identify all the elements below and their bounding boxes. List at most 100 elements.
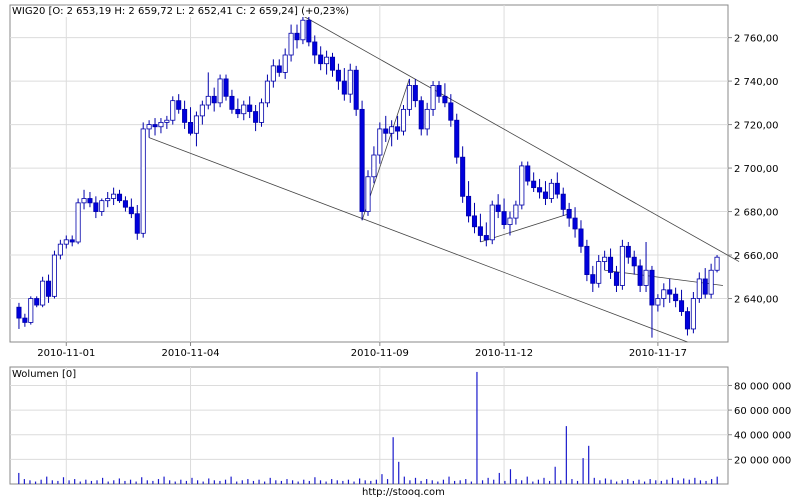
candle-body xyxy=(264,80,270,104)
candle-body xyxy=(495,204,501,212)
candle-body xyxy=(193,115,199,134)
candle-body xyxy=(377,128,383,156)
candle-body xyxy=(146,124,152,130)
candle-body xyxy=(548,182,554,199)
volume-label: Wolumen [0] xyxy=(12,369,77,380)
candle-body xyxy=(578,228,584,247)
candle-body xyxy=(28,298,34,323)
candle-body xyxy=(205,95,211,106)
candle-body xyxy=(335,69,341,82)
candle-body xyxy=(258,102,265,123)
candle-body xyxy=(122,200,128,208)
candle-body xyxy=(637,265,643,286)
candle-body xyxy=(489,204,495,241)
price-panel-frame xyxy=(9,4,729,343)
candle-body xyxy=(454,119,460,158)
candle-body xyxy=(223,78,229,97)
candle-body xyxy=(684,311,690,330)
candle-body xyxy=(708,269,714,295)
candle-body xyxy=(51,254,57,297)
candle-body xyxy=(152,124,158,128)
candle-body xyxy=(353,69,359,110)
candle-body xyxy=(584,245,590,275)
price-y-tick-label: 2 660,00 xyxy=(734,251,779,262)
candle-body xyxy=(211,95,217,104)
candle-body xyxy=(483,235,489,241)
candle-body xyxy=(199,104,205,117)
candle-body xyxy=(182,108,188,123)
candle-body xyxy=(128,206,134,215)
candle-body xyxy=(613,272,620,286)
candle-body xyxy=(643,269,649,286)
candle-body xyxy=(170,100,176,121)
candle-body xyxy=(22,317,28,323)
candle-body xyxy=(667,289,673,295)
candle-body xyxy=(359,108,365,212)
candle-body xyxy=(649,269,655,306)
candle-body xyxy=(625,245,631,258)
price-y-tick-label: 2 760,00 xyxy=(734,34,779,45)
candle-body xyxy=(69,239,75,243)
candle-body xyxy=(300,19,306,41)
candle-body xyxy=(347,69,353,95)
candle-body xyxy=(531,180,537,189)
candle-body xyxy=(631,256,637,267)
candle-body xyxy=(714,256,720,271)
candle-body xyxy=(572,217,578,230)
candle-body xyxy=(341,80,347,95)
candle-body xyxy=(294,32,300,41)
candle-body xyxy=(542,191,549,199)
candle-body xyxy=(679,300,685,312)
candle-body xyxy=(430,85,436,110)
candle-body xyxy=(81,198,87,204)
candle-body xyxy=(93,202,99,212)
candle-body xyxy=(140,128,146,234)
candle-body xyxy=(389,126,395,134)
candle-body xyxy=(312,41,318,56)
candle-body xyxy=(560,193,566,210)
x-axis: 2010-11-01 2010-11-04 2010-11-09 2010-11-12… xyxy=(37,342,687,359)
candle-body xyxy=(673,293,679,302)
candle-body xyxy=(412,85,418,102)
candle-body xyxy=(46,280,52,297)
candle-body xyxy=(501,211,507,225)
candle-body xyxy=(448,102,454,121)
volume-y-tick-label: 60 000 000 xyxy=(734,406,791,417)
price-y-axis: 2 640,00 2 660,00 2 680,00 2 700,00 2 720,00… xyxy=(728,34,779,306)
candle-body xyxy=(111,193,117,199)
candle-body xyxy=(371,154,377,178)
candle-body xyxy=(324,56,330,65)
candle-body xyxy=(383,128,389,134)
source-link[interactable]: http://stooq.com xyxy=(362,487,445,498)
candle-body xyxy=(513,204,519,219)
candle-body xyxy=(418,100,424,130)
candle-body xyxy=(424,108,430,130)
candle-body xyxy=(590,274,596,284)
candle-body xyxy=(99,200,105,212)
candle-body xyxy=(365,176,371,212)
candle-body xyxy=(176,100,182,110)
candle-body xyxy=(87,198,93,204)
x-tick-label: 2010-11-12 xyxy=(475,348,533,359)
price-y-tick-label: 2 740,00 xyxy=(734,77,779,88)
candle-body xyxy=(602,256,608,262)
candle-body xyxy=(329,56,336,71)
x-tick-label: 2010-11-04 xyxy=(161,348,219,359)
candle-body xyxy=(158,122,164,128)
price-y-tick-label: 2 720,00 xyxy=(734,121,779,132)
candle-body xyxy=(566,208,572,219)
stock-chart: 2 640,00 2 660,00 2 680,00 2 700,00 2 720,00… xyxy=(9,4,791,485)
ohlc-summary: [O: 2 653,19 H: 2 659,72 L: 2 652,41 C: … xyxy=(48,6,350,17)
candle-body xyxy=(436,85,442,97)
candle-body xyxy=(318,54,324,65)
candle-body xyxy=(460,156,466,197)
candle-body xyxy=(270,65,276,82)
price-y-tick-label: 2 640,00 xyxy=(734,295,779,306)
volume-y-tick-label: 40 000 000 xyxy=(734,431,791,442)
volume-y-tick-label: 20 000 000 xyxy=(734,455,791,466)
candle-body xyxy=(655,298,661,306)
candle-body xyxy=(253,111,259,123)
candle-body xyxy=(537,187,543,193)
candle-body xyxy=(229,95,235,110)
candle-body xyxy=(661,289,667,299)
